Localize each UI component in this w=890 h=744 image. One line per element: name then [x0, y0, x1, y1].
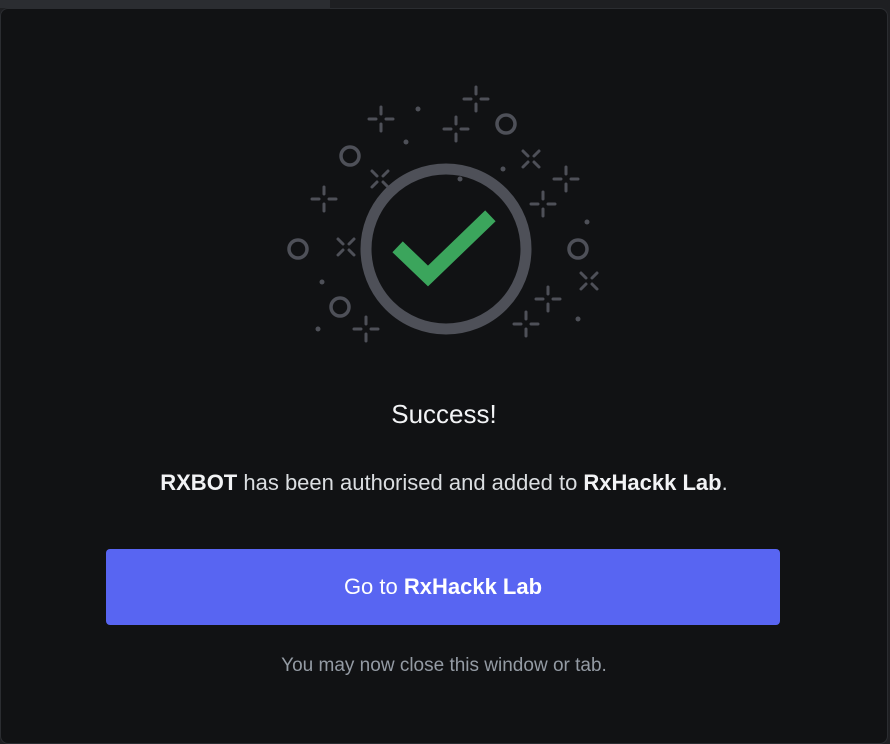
go-to-prefix: Go to [343, 574, 404, 599]
success-title: Success! [391, 399, 497, 429]
close-window-note: You may now close this window or tab. [281, 655, 607, 676]
go-to-server-button[interactable]: Go to RxHackk Lab [106, 549, 780, 625]
message-body: has been authorised and added to [237, 470, 584, 495]
authorization-success-modal: Success! RXBOT has been authorised and a… [0, 8, 888, 744]
success-message: RXBOT has been authorised and added to R… [1, 467, 887, 499]
server-name: RxHackk Lab [583, 470, 722, 495]
bot-name: RXBOT [160, 470, 238, 495]
go-to-server-name: RxHackk Lab [403, 574, 543, 599]
success-check-icon [287, 85, 599, 343]
window-top-strip [0, 0, 330, 8]
message-end: . [721, 470, 728, 495]
